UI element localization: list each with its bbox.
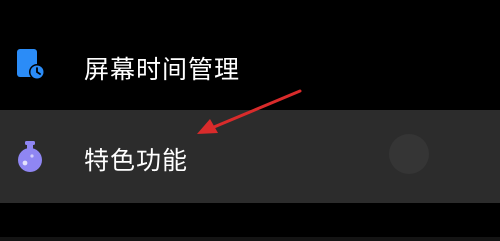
settings-item-label: 特色功能 (84, 146, 189, 175)
settings-screen: 屏幕时间管理 特色功能 (0, 0, 500, 241)
touch-ripple (389, 134, 429, 174)
settings-item-screen-time[interactable]: 屏幕时间管理 (0, 18, 500, 110)
settings-item-label: 屏幕时间管理 (84, 55, 241, 84)
screen-time-icon (15, 48, 45, 80)
flask-icon (15, 140, 45, 172)
settings-item-features[interactable]: 特色功能 (0, 110, 500, 203)
divider (0, 237, 500, 241)
